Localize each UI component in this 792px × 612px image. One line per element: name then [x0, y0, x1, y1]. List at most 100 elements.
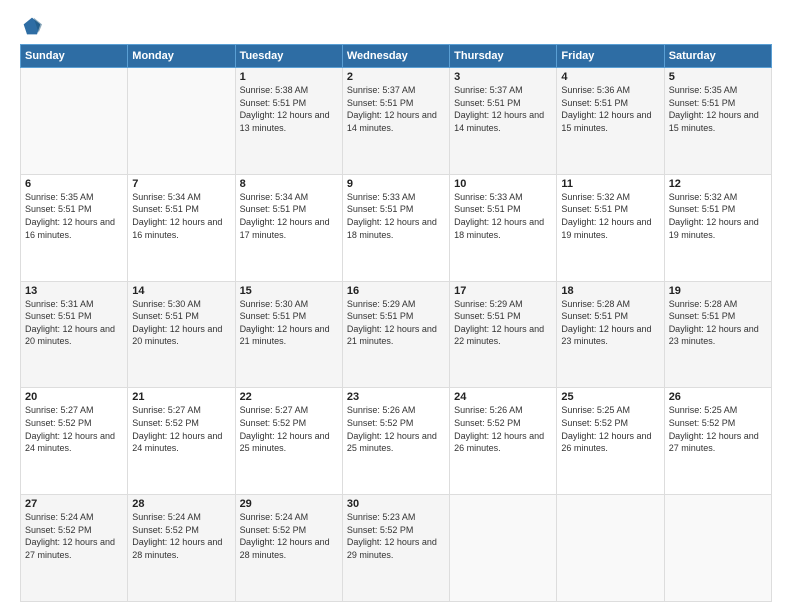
week-row-5: 27Sunrise: 5:24 AMSunset: 5:52 PMDayligh… — [21, 495, 772, 602]
calendar-cell — [450, 495, 557, 602]
page: SundayMondayTuesdayWednesdayThursdayFrid… — [0, 0, 792, 612]
day-number: 4 — [561, 71, 659, 83]
week-row-1: 1Sunrise: 5:38 AMSunset: 5:51 PMDaylight… — [21, 68, 772, 175]
day-number: 17 — [454, 285, 552, 297]
day-info: Sunrise: 5:34 AMSunset: 5:51 PMDaylight:… — [240, 191, 338, 241]
calendar-cell: 22Sunrise: 5:27 AMSunset: 5:52 PMDayligh… — [235, 388, 342, 495]
header-cell-thursday: Thursday — [450, 45, 557, 68]
logo-icon — [22, 16, 42, 36]
day-number: 23 — [347, 391, 445, 403]
calendar-cell: 23Sunrise: 5:26 AMSunset: 5:52 PMDayligh… — [342, 388, 449, 495]
calendar-cell: 12Sunrise: 5:32 AMSunset: 5:51 PMDayligh… — [664, 174, 771, 281]
day-info: Sunrise: 5:27 AMSunset: 5:52 PMDaylight:… — [132, 404, 230, 454]
day-info: Sunrise: 5:24 AMSunset: 5:52 PMDaylight:… — [25, 511, 123, 561]
day-info: Sunrise: 5:24 AMSunset: 5:52 PMDaylight:… — [132, 511, 230, 561]
day-number: 30 — [347, 498, 445, 510]
day-number: 11 — [561, 178, 659, 190]
day-info: Sunrise: 5:33 AMSunset: 5:51 PMDaylight:… — [347, 191, 445, 241]
calendar-cell: 14Sunrise: 5:30 AMSunset: 5:51 PMDayligh… — [128, 281, 235, 388]
calendar-cell: 11Sunrise: 5:32 AMSunset: 5:51 PMDayligh… — [557, 174, 664, 281]
day-number: 15 — [240, 285, 338, 297]
day-info: Sunrise: 5:35 AMSunset: 5:51 PMDaylight:… — [25, 191, 123, 241]
calendar-cell: 16Sunrise: 5:29 AMSunset: 5:51 PMDayligh… — [342, 281, 449, 388]
day-info: Sunrise: 5:26 AMSunset: 5:52 PMDaylight:… — [454, 404, 552, 454]
day-number: 3 — [454, 71, 552, 83]
day-number: 7 — [132, 178, 230, 190]
day-info: Sunrise: 5:38 AMSunset: 5:51 PMDaylight:… — [240, 84, 338, 134]
calendar-cell: 30Sunrise: 5:23 AMSunset: 5:52 PMDayligh… — [342, 495, 449, 602]
header — [20, 16, 772, 36]
day-info: Sunrise: 5:32 AMSunset: 5:51 PMDaylight:… — [669, 191, 767, 241]
day-number: 27 — [25, 498, 123, 510]
day-number: 10 — [454, 178, 552, 190]
day-number: 24 — [454, 391, 552, 403]
calendar-cell: 25Sunrise: 5:25 AMSunset: 5:52 PMDayligh… — [557, 388, 664, 495]
day-info: Sunrise: 5:27 AMSunset: 5:52 PMDaylight:… — [240, 404, 338, 454]
day-info: Sunrise: 5:34 AMSunset: 5:51 PMDaylight:… — [132, 191, 230, 241]
calendar-cell: 7Sunrise: 5:34 AMSunset: 5:51 PMDaylight… — [128, 174, 235, 281]
calendar-cell: 10Sunrise: 5:33 AMSunset: 5:51 PMDayligh… — [450, 174, 557, 281]
calendar-cell: 3Sunrise: 5:37 AMSunset: 5:51 PMDaylight… — [450, 68, 557, 175]
day-info: Sunrise: 5:35 AMSunset: 5:51 PMDaylight:… — [669, 84, 767, 134]
day-number: 6 — [25, 178, 123, 190]
day-info: Sunrise: 5:27 AMSunset: 5:52 PMDaylight:… — [25, 404, 123, 454]
day-info: Sunrise: 5:31 AMSunset: 5:51 PMDaylight:… — [25, 298, 123, 348]
calendar-cell — [128, 68, 235, 175]
week-row-2: 6Sunrise: 5:35 AMSunset: 5:51 PMDaylight… — [21, 174, 772, 281]
day-info: Sunrise: 5:33 AMSunset: 5:51 PMDaylight:… — [454, 191, 552, 241]
day-info: Sunrise: 5:29 AMSunset: 5:51 PMDaylight:… — [454, 298, 552, 348]
calendar-cell: 24Sunrise: 5:26 AMSunset: 5:52 PMDayligh… — [450, 388, 557, 495]
calendar-cell: 5Sunrise: 5:35 AMSunset: 5:51 PMDaylight… — [664, 68, 771, 175]
day-info: Sunrise: 5:30 AMSunset: 5:51 PMDaylight:… — [240, 298, 338, 348]
day-info: Sunrise: 5:32 AMSunset: 5:51 PMDaylight:… — [561, 191, 659, 241]
calendar-cell: 19Sunrise: 5:28 AMSunset: 5:51 PMDayligh… — [664, 281, 771, 388]
day-number: 18 — [561, 285, 659, 297]
day-info: Sunrise: 5:28 AMSunset: 5:51 PMDaylight:… — [669, 298, 767, 348]
day-number: 8 — [240, 178, 338, 190]
calendar-cell: 9Sunrise: 5:33 AMSunset: 5:51 PMDaylight… — [342, 174, 449, 281]
calendar-cell: 6Sunrise: 5:35 AMSunset: 5:51 PMDaylight… — [21, 174, 128, 281]
day-info: Sunrise: 5:25 AMSunset: 5:52 PMDaylight:… — [669, 404, 767, 454]
calendar-cell: 18Sunrise: 5:28 AMSunset: 5:51 PMDayligh… — [557, 281, 664, 388]
header-cell-saturday: Saturday — [664, 45, 771, 68]
day-info: Sunrise: 5:30 AMSunset: 5:51 PMDaylight:… — [132, 298, 230, 348]
day-info: Sunrise: 5:37 AMSunset: 5:51 PMDaylight:… — [454, 84, 552, 134]
calendar-cell: 4Sunrise: 5:36 AMSunset: 5:51 PMDaylight… — [557, 68, 664, 175]
week-row-3: 13Sunrise: 5:31 AMSunset: 5:51 PMDayligh… — [21, 281, 772, 388]
header-cell-friday: Friday — [557, 45, 664, 68]
day-info: Sunrise: 5:29 AMSunset: 5:51 PMDaylight:… — [347, 298, 445, 348]
calendar-cell: 15Sunrise: 5:30 AMSunset: 5:51 PMDayligh… — [235, 281, 342, 388]
calendar-cell: 26Sunrise: 5:25 AMSunset: 5:52 PMDayligh… — [664, 388, 771, 495]
header-cell-sunday: Sunday — [21, 45, 128, 68]
day-number: 21 — [132, 391, 230, 403]
day-number: 29 — [240, 498, 338, 510]
day-info: Sunrise: 5:26 AMSunset: 5:52 PMDaylight:… — [347, 404, 445, 454]
calendar-cell: 17Sunrise: 5:29 AMSunset: 5:51 PMDayligh… — [450, 281, 557, 388]
day-number: 5 — [669, 71, 767, 83]
day-info: Sunrise: 5:24 AMSunset: 5:52 PMDaylight:… — [240, 511, 338, 561]
day-info: Sunrise: 5:23 AMSunset: 5:52 PMDaylight:… — [347, 511, 445, 561]
day-number: 1 — [240, 71, 338, 83]
day-number: 20 — [25, 391, 123, 403]
day-number: 19 — [669, 285, 767, 297]
calendar-cell: 2Sunrise: 5:37 AMSunset: 5:51 PMDaylight… — [342, 68, 449, 175]
day-number: 26 — [669, 391, 767, 403]
day-info: Sunrise: 5:37 AMSunset: 5:51 PMDaylight:… — [347, 84, 445, 134]
day-number: 14 — [132, 285, 230, 297]
day-number: 25 — [561, 391, 659, 403]
calendar-body: 1Sunrise: 5:38 AMSunset: 5:51 PMDaylight… — [21, 68, 772, 602]
calendar-cell: 13Sunrise: 5:31 AMSunset: 5:51 PMDayligh… — [21, 281, 128, 388]
day-number: 22 — [240, 391, 338, 403]
calendar-cell: 8Sunrise: 5:34 AMSunset: 5:51 PMDaylight… — [235, 174, 342, 281]
calendar-header: SundayMondayTuesdayWednesdayThursdayFrid… — [21, 45, 772, 68]
calendar-cell: 29Sunrise: 5:24 AMSunset: 5:52 PMDayligh… — [235, 495, 342, 602]
header-cell-wednesday: Wednesday — [342, 45, 449, 68]
calendar-cell: 28Sunrise: 5:24 AMSunset: 5:52 PMDayligh… — [128, 495, 235, 602]
calendar-cell — [21, 68, 128, 175]
day-number: 13 — [25, 285, 123, 297]
day-number: 28 — [132, 498, 230, 510]
header-cell-monday: Monday — [128, 45, 235, 68]
calendar-table: SundayMondayTuesdayWednesdayThursdayFrid… — [20, 44, 772, 602]
calendar-cell: 20Sunrise: 5:27 AMSunset: 5:52 PMDayligh… — [21, 388, 128, 495]
day-info: Sunrise: 5:36 AMSunset: 5:51 PMDaylight:… — [561, 84, 659, 134]
